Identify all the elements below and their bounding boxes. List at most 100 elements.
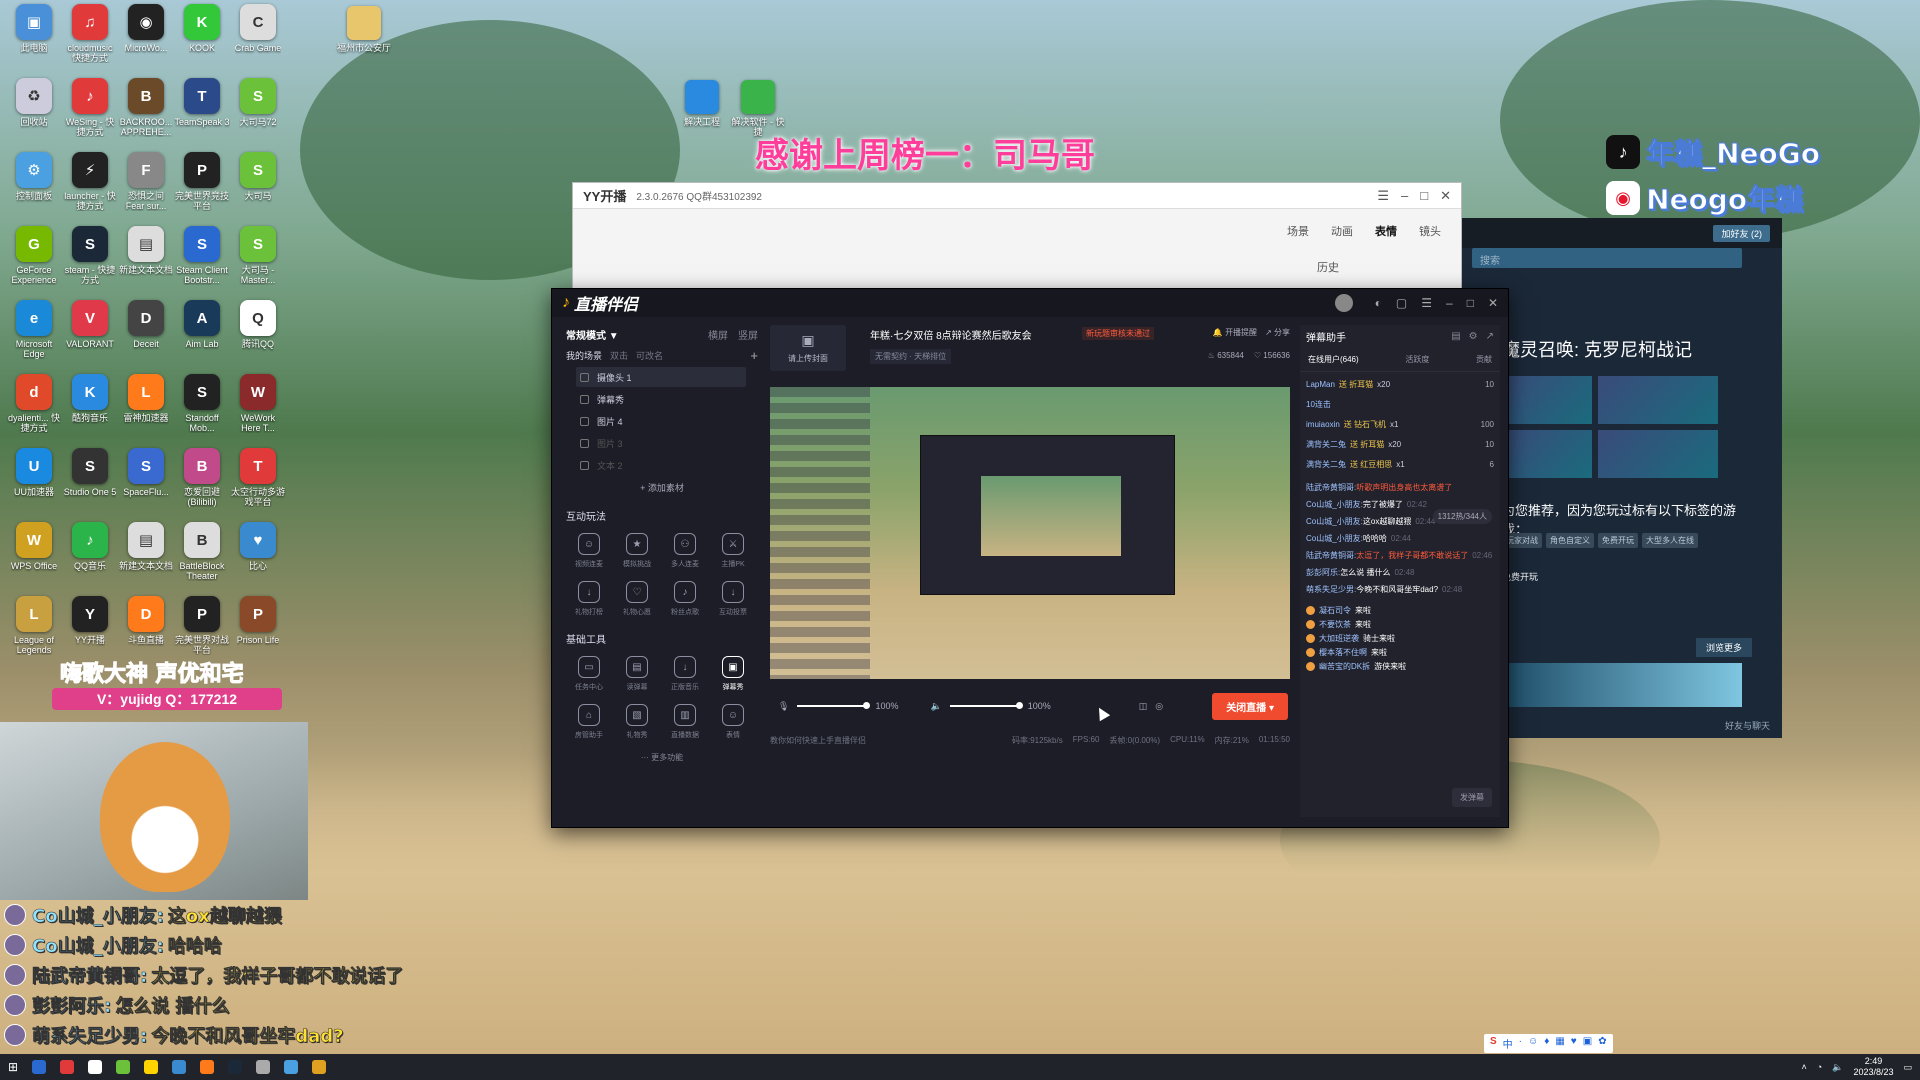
chat-message[interactable]: Co山城_小朋友:哈哈哈 02:44 [1306, 533, 1494, 544]
desktop-icon[interactable]: K 酷狗音乐 [62, 374, 118, 448]
windows-start-icon[interactable]: ⊞ [8, 1060, 18, 1074]
ime-tool-icon[interactable]: ♥ [1571, 1036, 1577, 1051]
desktop-icon[interactable]: V VALORANT [62, 300, 118, 374]
steam-add-friend-button[interactable]: 加好友 (2) [1713, 224, 1770, 242]
source-item[interactable]: 文本 2 [576, 455, 746, 475]
tab-online-users[interactable]: 在线用户(646) [1308, 354, 1359, 365]
desktop-icon[interactable]: S Studio One 5 [62, 448, 118, 522]
upload-cover-button[interactable]: ▣ 请上传封面 [770, 325, 846, 371]
source-item[interactable]: 摄像头 1 [576, 367, 746, 387]
notification-icon[interactable]: ▭ [1903, 1062, 1912, 1073]
ime-tool-icon[interactable]: ☺ [1528, 1036, 1538, 1051]
share-button[interactable]: ↗ 分享 [1265, 327, 1290, 338]
mic-volume-slider[interactable] [797, 702, 871, 709]
desktop-icon[interactable]: T 太空行动多游戏平台 [230, 448, 286, 522]
desktop-icon[interactable]: ♪ QQ音乐 [62, 522, 118, 596]
desktop-icon[interactable]: ⚡ launcher - 快捷方式 [62, 152, 118, 226]
steam-browse-more-button[interactable]: 浏览更多 [1695, 638, 1752, 657]
taskbar-app-icon[interactable] [60, 1060, 75, 1074]
desktop-icon[interactable]: S SpaceFlu... [118, 448, 174, 522]
taskbar-app-icon[interactable] [200, 1060, 215, 1074]
speaker-volume-slider[interactable] [949, 702, 1023, 709]
tool-button[interactable]: ☺ 表情 [710, 704, 756, 740]
steam-tag[interactable]: 大型多人在线 [1642, 533, 1698, 548]
desktop-icon[interactable]: S Steam Client Bootstr... [174, 226, 230, 300]
desktop-icon[interactable]: ⚙ 控制面板 [6, 152, 62, 226]
tool-button[interactable]: ♪ 粉丝点歌 [662, 581, 708, 617]
desktop-icon[interactable]: U UU加速器 [6, 448, 62, 522]
desktop-icon[interactable]: G GeForce Experience [6, 226, 62, 300]
live-preview[interactable] [770, 387, 1290, 679]
steam-tag[interactable]: 角色自定义 [1546, 533, 1594, 548]
source-item[interactable]: 图片 4 [576, 411, 746, 431]
desktop-icon[interactable]: d dyalienti... 快捷方式 [6, 374, 62, 448]
desktop-icon[interactable]: ♥ 比心 [230, 522, 286, 596]
taskbar-app-icon[interactable] [32, 1060, 47, 1074]
taskbar-app-icon[interactable] [228, 1060, 243, 1074]
desktop-icon[interactable]: ♫ cloudmusic 快捷方式 [62, 4, 118, 78]
minimize-icon[interactable]: – [1401, 188, 1408, 204]
screenshot[interactable] [1502, 376, 1592, 424]
desktop-icon[interactable]: B 恋爱回避 (Bilibili) [174, 448, 230, 522]
taskbar-app-icon[interactable] [144, 1060, 159, 1074]
tool-button[interactable]: ▧ 礼物秀 [614, 704, 660, 740]
close-icon[interactable]: ✕ [1488, 296, 1498, 310]
tab-contribution[interactable]: 贡献 [1476, 354, 1492, 365]
tool-button[interactable]: ★ 模拟挑战 [614, 533, 660, 569]
desktop-icon[interactable]: T TeamSpeak 3 [174, 78, 230, 152]
tab-camera[interactable]: 镜头 [1419, 223, 1441, 239]
tool-button[interactable]: ⚔ 主播PK [710, 533, 756, 569]
desktop-icon[interactable]: L League of Legends [6, 596, 62, 670]
taskbar-app-icon[interactable] [116, 1060, 131, 1074]
minimize-icon[interactable]: – [1446, 296, 1453, 310]
screenshot[interactable] [1502, 430, 1592, 478]
ime-tool-icon[interactable]: ▦ [1555, 1036, 1564, 1051]
desktop-icon[interactable]: C Crab Game [230, 4, 286, 78]
desktop-icon[interactable]: 解决工程 [674, 80, 730, 127]
ime-tool-icon[interactable]: ✿ [1598, 1036, 1606, 1051]
tab-scene[interactable]: 场景 [1287, 223, 1309, 239]
taskbar-app-icon[interactable] [172, 1060, 187, 1074]
source-item[interactable]: 弹幕秀 [576, 389, 746, 409]
room-category[interactable]: 无需契约 · 天梯排位 [870, 349, 952, 364]
network-icon[interactable]: ◔ [1817, 1062, 1822, 1072]
tutorial-link[interactable]: 教你如何快速上手直播伴侣 [770, 735, 1002, 746]
desktop-icon[interactable]: ▣ 此电脑 [6, 4, 62, 78]
desktop-icon[interactable]: W WPS Office [6, 522, 62, 596]
ime-tool-icon[interactable]: ▣ [1583, 1036, 1592, 1051]
taskbar-app-icon[interactable] [256, 1060, 271, 1074]
desktop-icon[interactable]: Q 腾讯QQ [230, 300, 286, 374]
desktop-icon[interactable]: B BACKROO... APPREHE... [118, 78, 174, 152]
clock[interactable]: 2:49 2023/8/23 [1853, 1056, 1893, 1078]
add-source-button[interactable]: + 添加素材 [562, 481, 762, 494]
desktop-icon[interactable]: W WeWork Here T... [230, 374, 286, 448]
desktop-icon[interactable]: L 雷神加速器 [118, 374, 174, 448]
tab-activity[interactable]: 活跃度 [1405, 354, 1429, 365]
steam-game-title[interactable]: 魔灵召唤: 克罗尼柯战记 [1502, 336, 1692, 362]
close-icon[interactable]: ✕ [1440, 188, 1451, 204]
tool-button[interactable]: ↓ 正版音乐 [662, 656, 708, 692]
volume-icon[interactable]: 🔈 [1832, 1062, 1843, 1073]
source-item[interactable]: 图片 3 [576, 433, 746, 453]
landscape-toggle[interactable]: 横屏 [708, 327, 728, 342]
desktop-icon[interactable]: ▤ 新建文本文档 [118, 226, 174, 300]
steam-friends-chat[interactable]: 好友与聊天 [1725, 719, 1770, 732]
tab-animation[interactable]: 动画 [1331, 223, 1353, 239]
desktop-icon[interactable]: F 恐惧之间 Fear sur... [118, 152, 174, 226]
speaker-icon[interactable]: 🔈 [930, 701, 941, 712]
popout-icon[interactable]: ↗ [1486, 331, 1494, 342]
mode-select[interactable]: 常规模式 ▼ [566, 327, 619, 342]
taskbar-app-icon[interactable] [284, 1060, 299, 1074]
desktop-icon[interactable]: ◉ MicroWo... [118, 4, 174, 78]
tool-button[interactable]: ☺ 视频连麦 [566, 533, 612, 569]
tool-button[interactable]: ▭ 任务中心 [566, 656, 612, 692]
menu-icon[interactable]: ☰ [1377, 188, 1389, 204]
add-scene-icon[interactable]: + [750, 348, 758, 363]
desktop-icon[interactable]: S 大司马 [230, 152, 286, 226]
gear-icon[interactable]: ⚙ [1469, 331, 1478, 342]
avatar[interactable] [1334, 294, 1353, 312]
desktop-icon[interactable]: ♻ 回收站 [6, 78, 62, 152]
desktop-icon[interactable]: e Microsoft Edge [6, 300, 62, 374]
chat-message[interactable]: 陆武帝黄铜哥:听歌声明出身高也太离谱了 [1306, 482, 1494, 493]
camera-icon[interactable]: ◫ [1139, 701, 1148, 712]
